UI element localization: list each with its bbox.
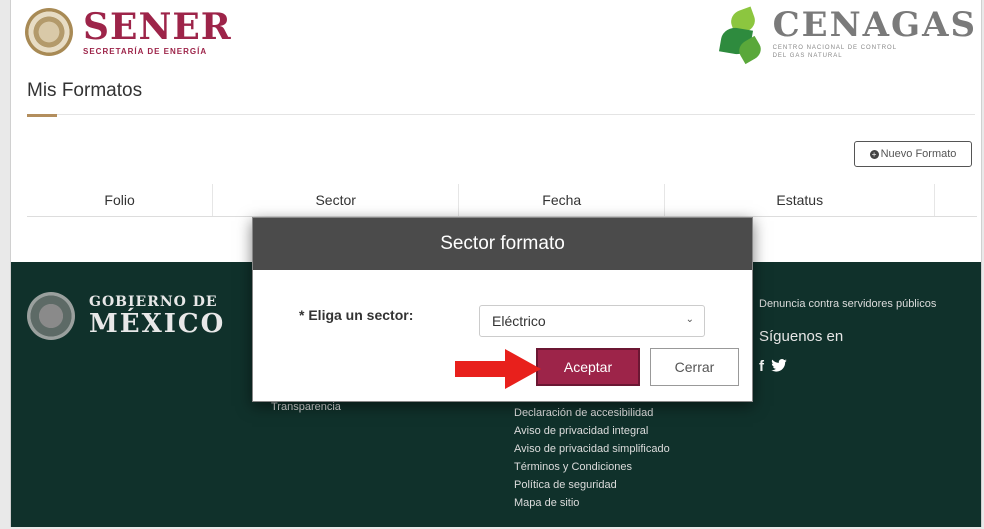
title-underline xyxy=(27,114,57,117)
page-frame: SENER SECRETARÍA DE ENERGÍA CENAGAS CENT… xyxy=(10,0,982,527)
column-sector[interactable]: Sector xyxy=(213,184,460,216)
new-format-label: Nuevo Formato xyxy=(880,148,957,160)
red-arrow-icon xyxy=(455,349,541,389)
footer-link-privacidad-simplificado[interactable]: Aviso de privacidad simplificado xyxy=(514,443,670,455)
cenagas-logo[interactable]: CENAGAS CENTRO NACIONAL DE CONTROL DEL G… xyxy=(717,5,977,65)
gobierno-logo[interactable]: GOBIERNO DE MÉXICO xyxy=(27,292,225,340)
footer-link-terminos[interactable]: Términos y Condiciones xyxy=(514,461,632,473)
title-divider xyxy=(57,114,975,115)
footer-link-privacidad-integral[interactable]: Aviso de privacidad integral xyxy=(514,425,648,437)
close-button[interactable]: Cerrar xyxy=(650,348,739,386)
footer-link-seguridad[interactable]: Política de seguridad xyxy=(514,479,617,491)
cenagas-sub-2: DEL GAS NATURAL xyxy=(772,53,843,59)
social-icons[interactable]: f xyxy=(759,358,787,375)
accept-button[interactable]: Aceptar xyxy=(536,348,640,386)
footer-link-mapa[interactable]: Mapa de sitio xyxy=(514,497,579,509)
sener-subtitle: SECRETARÍA DE ENERGÍA xyxy=(83,46,208,56)
plus-circle-icon: + xyxy=(869,149,879,159)
column-estatus[interactable]: Estatus xyxy=(665,184,936,216)
table-header: Folio Sector Fecha Estatus xyxy=(27,184,977,217)
page-title: Mis Formatos xyxy=(27,80,143,101)
footer-link-transparencia[interactable]: Transparencia xyxy=(271,401,341,413)
sener-title: SENER xyxy=(83,5,232,48)
column-fecha[interactable]: Fecha xyxy=(459,184,666,216)
gob-line-2: MÉXICO xyxy=(89,309,226,339)
sector-selected-value: Eléctrico xyxy=(492,313,546,329)
chevron-down-icon: ⌄ xyxy=(685,314,694,325)
column-folio[interactable]: Folio xyxy=(27,184,214,216)
footer-link-accesibilidad[interactable]: Declaración de accesibilidad xyxy=(514,407,653,419)
gob-line-1: GOBIERNO DE xyxy=(89,294,218,310)
cenagas-leaf-icon xyxy=(717,6,767,65)
modal-title: Sector formato xyxy=(253,218,752,270)
cenagas-title: CENAGAS xyxy=(772,5,977,45)
mexico-seal-icon xyxy=(27,292,75,340)
facebook-icon[interactable]: f xyxy=(759,358,764,375)
cenagas-sub-1: CENTRO NACIONAL DE CONTROL xyxy=(772,45,898,51)
mexico-seal-icon xyxy=(25,8,73,56)
follow-label: Síguenos en xyxy=(759,328,844,345)
new-format-button[interactable]: + Nuevo Formato xyxy=(854,141,972,167)
footer-link-denuncia[interactable]: Denuncia contra servidores públicos xyxy=(759,298,936,310)
sector-label: * Eliga un sector: xyxy=(299,307,414,323)
sener-logo[interactable]: SENER SECRETARÍA DE ENERGÍA xyxy=(25,8,232,56)
twitter-icon[interactable] xyxy=(771,359,787,372)
sector-select[interactable]: Eléctrico ⌄ xyxy=(479,305,705,337)
column-actions xyxy=(935,184,977,216)
